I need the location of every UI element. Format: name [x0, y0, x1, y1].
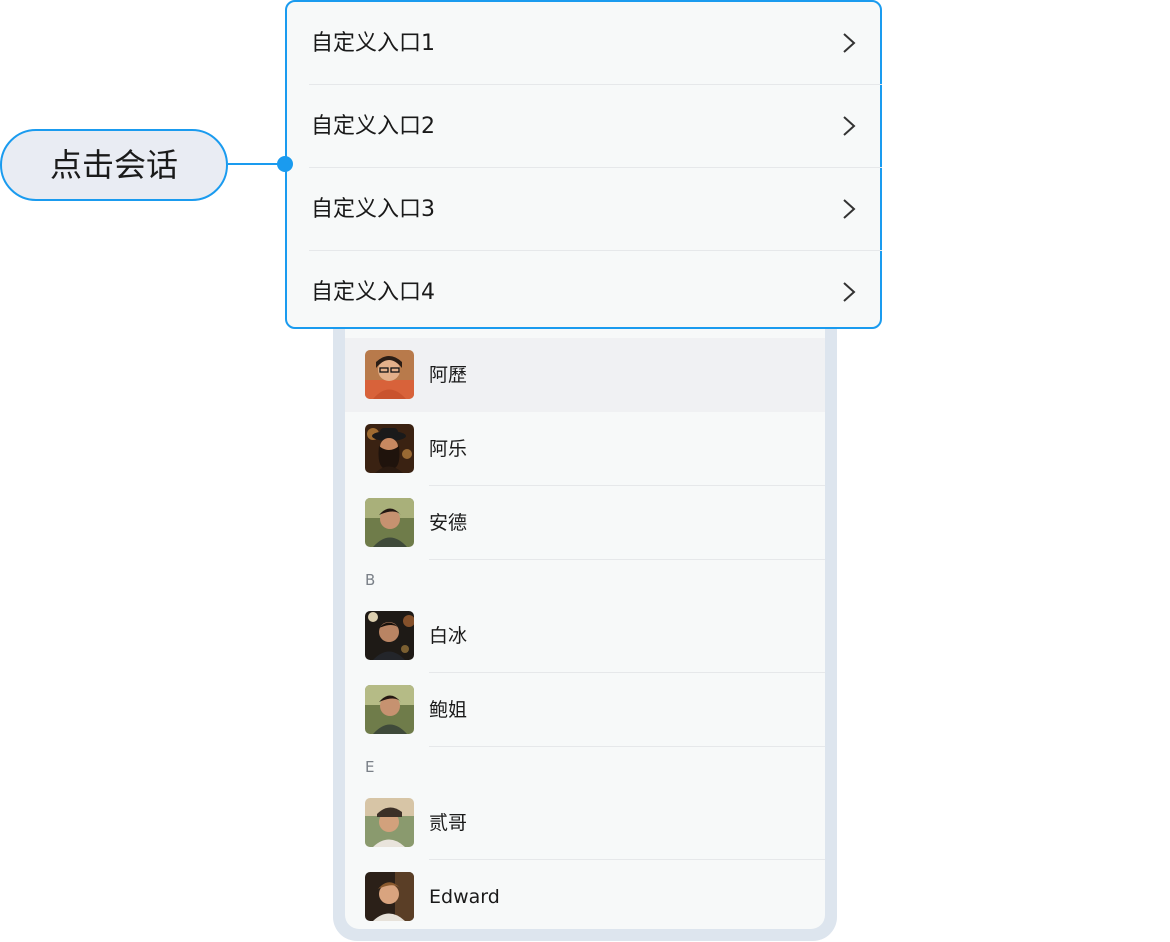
menu-item-custom-entry-2[interactable]: 自定义入口2 [287, 85, 882, 168]
contact-name: 贰哥 [429, 812, 468, 834]
menu-item-label: 自定义入口2 [311, 114, 435, 139]
contact-name: 阿乐 [429, 438, 468, 460]
divider [429, 559, 825, 560]
contact-row[interactable]: 贰哥 [345, 786, 825, 860]
avatar [365, 872, 414, 921]
contact-name: Edward [429, 886, 500, 908]
contact-row[interactable]: 鲍姐 [345, 673, 825, 747]
chevron-right-icon [843, 199, 856, 219]
contact-row[interactable]: 阿乐 [345, 412, 825, 486]
chevron-right-icon [843, 116, 856, 136]
contact-row[interactable]: Edward [345, 860, 825, 929]
avatar [365, 424, 414, 473]
callout-label: 点击会话 [0, 129, 228, 201]
menu-item-label: 自定义入口4 [311, 280, 435, 305]
avatar [365, 798, 414, 847]
menu-item-label: 自定义入口1 [311, 31, 435, 56]
contact-list: 阿歷 阿乐 安德 B 白冰 鲍姐 E 贰哥 Edward [345, 300, 825, 929]
contact-name: 安德 [429, 512, 468, 534]
menu-item-custom-entry-4[interactable]: 自定义入口4 [287, 251, 882, 334]
contact-name: 阿歷 [429, 364, 468, 386]
avatar [365, 611, 414, 660]
context-menu: 自定义入口1 自定义入口2 自定义入口3 自定义入口4 [285, 0, 882, 329]
divider [429, 746, 825, 747]
avatar [365, 498, 414, 547]
chevron-right-icon [843, 282, 856, 302]
avatar [365, 350, 414, 399]
menu-item-custom-entry-3[interactable]: 自定义入口3 [287, 168, 882, 251]
contact-row[interactable]: 安德 [345, 486, 825, 560]
menu-item-label: 自定义入口3 [311, 197, 435, 222]
menu-item-custom-entry-1[interactable]: 自定义入口1 [287, 2, 882, 85]
contact-row[interactable]: 白冰 [345, 599, 825, 673]
phone-frame: 阿歷 阿乐 安德 B 白冰 鲍姐 E 贰哥 Edward [333, 300, 837, 941]
contact-name: 白冰 [429, 625, 468, 647]
section-header: B [365, 571, 376, 589]
contact-row[interactable]: 阿歷 [345, 338, 825, 412]
avatar [365, 685, 414, 734]
section-header: E [365, 758, 375, 776]
chevron-right-icon [843, 33, 856, 53]
contact-name: 鲍姐 [429, 699, 468, 721]
callout-connector-dot [277, 156, 293, 172]
